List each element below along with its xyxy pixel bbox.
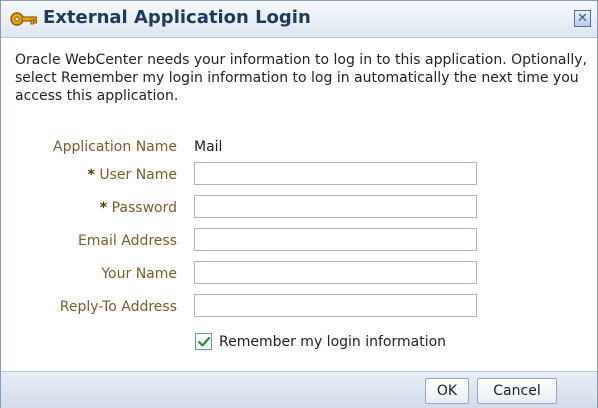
- user-name-label: * User Name: [0, 167, 177, 183]
- external-application-login-dialog: External Application Login ✕ Oracle WebC…: [0, 0, 598, 408]
- reply-to-address-label: Reply-To Address: [59, 299, 177, 315]
- password-label-text: Password: [111, 200, 177, 216]
- user-name-label-text: User Name: [99, 167, 177, 183]
- reply-to-address-input[interactable]: [194, 294, 477, 317]
- required-marker: *: [87, 167, 95, 183]
- close-button[interactable]: ✕: [574, 10, 591, 27]
- email-address-row: Email Address: [1, 228, 597, 256]
- your-name-label: Your Name: [101, 266, 177, 282]
- email-address-label: Email Address: [77, 233, 177, 249]
- user-name-input[interactable]: [194, 162, 477, 185]
- user-name-row: * User Name: [1, 162, 597, 190]
- close-icon: ✕: [577, 10, 588, 26]
- dialog-description: Oracle WebCenter needs your information …: [15, 52, 587, 104]
- ok-button[interactable]: OK: [425, 378, 469, 404]
- remember-login-label[interactable]: Remember my login information: [219, 334, 446, 350]
- application-name-row: Application Name Mail: [1, 134, 597, 162]
- email-address-input[interactable]: [194, 228, 477, 251]
- password-row: * Password: [1, 195, 597, 223]
- required-marker: *: [99, 200, 108, 216]
- application-name-label: Application Name: [53, 139, 177, 155]
- password-label: * Password: [0, 200, 177, 216]
- dialog-footer: OK Cancel: [1, 371, 597, 408]
- key-icon: [10, 11, 38, 27]
- cancel-button[interactable]: Cancel: [477, 378, 557, 404]
- password-input[interactable]: [194, 195, 477, 218]
- application-name-value: Mail: [194, 139, 223, 155]
- dialog-titlebar: External Application Login ✕: [1, 1, 597, 38]
- checkmark-icon: [197, 336, 211, 347]
- dialog-title: External Application Login: [43, 7, 311, 28]
- reply-to-address-row: Reply-To Address: [1, 294, 597, 322]
- remember-login-checkbox[interactable]: [195, 333, 212, 350]
- your-name-row: Your Name: [1, 261, 597, 289]
- your-name-input[interactable]: [194, 261, 477, 284]
